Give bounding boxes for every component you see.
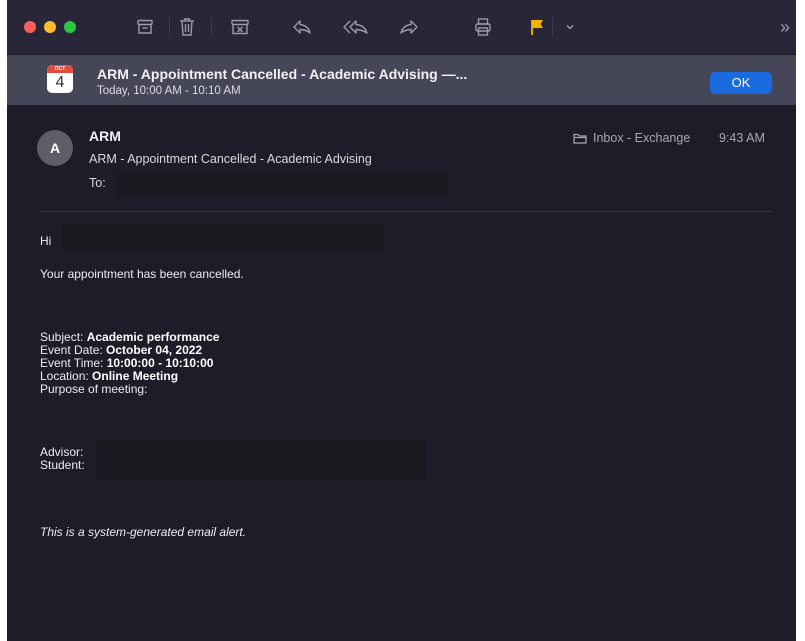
mailbox-name: Inbox - Exchange: [593, 131, 691, 145]
mailbox-indicator[interactable]: Inbox - Exchange: [573, 131, 690, 145]
received-time: 9:43 AM: [719, 131, 765, 145]
redacted-recipient: [115, 173, 447, 197]
detail-value: 10:00:00 - 10:10:00: [106, 356, 214, 370]
event-title: ARM - Appointment Cancelled - Academic A…: [97, 66, 468, 82]
minimize-window-button[interactable]: [44, 21, 56, 33]
zoom-window-button[interactable]: [64, 21, 76, 33]
event-time: Today, 10:00 AM - 10:10 AM: [97, 85, 241, 97]
chevron-down-icon[interactable]: [563, 14, 577, 40]
avatar: A: [37, 130, 73, 166]
detail-label: Subject:: [40, 330, 87, 344]
toolbar-separator: [211, 17, 212, 37]
detail-value: Academic performance: [86, 330, 220, 344]
detail-label: Location:: [40, 369, 93, 383]
calendar-month: OCT: [47, 65, 73, 73]
calendar-icon: OCT 4: [47, 65, 73, 93]
toolbar: »: [7, 0, 796, 55]
toolbar-separator: [169, 17, 170, 37]
header-divider: [39, 211, 771, 212]
to-label: To:: [89, 176, 106, 190]
forward-icon[interactable]: [396, 14, 422, 40]
redacted-name: [62, 224, 383, 250]
footer-note: This is a system-generated email alert.: [40, 525, 247, 539]
calendar-banner: OCT 4 ARM - Appointment Cancelled - Acad…: [7, 55, 796, 105]
more-icon[interactable]: »: [777, 14, 793, 40]
intro-text: Your appointment has been cancelled.: [40, 267, 244, 281]
detail-value: October 04, 2022: [106, 343, 203, 357]
greeting: Hi: [40, 234, 52, 248]
toolbar-separator: [552, 17, 553, 37]
sender-name[interactable]: ARM: [89, 128, 121, 144]
detail-purpose: Purpose of meeting:: [40, 383, 147, 396]
calendar-day: 4: [55, 74, 65, 91]
ok-button[interactable]: OK: [710, 72, 772, 94]
reply-all-icon[interactable]: [341, 14, 371, 40]
detail-label: Event Time:: [40, 356, 107, 370]
archive-icon[interactable]: [133, 14, 157, 40]
detail-label: Event Date:: [40, 343, 107, 357]
print-icon[interactable]: [471, 14, 495, 40]
detail-label: Purpose of meeting:: [40, 382, 148, 396]
redacted-names: [97, 440, 426, 480]
junk-icon[interactable]: [228, 14, 252, 40]
close-window-button[interactable]: [24, 21, 36, 33]
message-subject: ARM - Appointment Cancelled - Academic A…: [89, 152, 372, 166]
reply-icon[interactable]: [289, 14, 315, 40]
detail-value: Online Meeting: [92, 369, 179, 383]
flag-icon[interactable]: [526, 14, 548, 40]
trash-icon[interactable]: [175, 14, 199, 40]
mail-window: » OCT 4 ARM - Appointment Cancelled - Ac…: [7, 0, 796, 641]
student-label: Student:: [40, 458, 85, 472]
folder-icon: [573, 133, 587, 144]
